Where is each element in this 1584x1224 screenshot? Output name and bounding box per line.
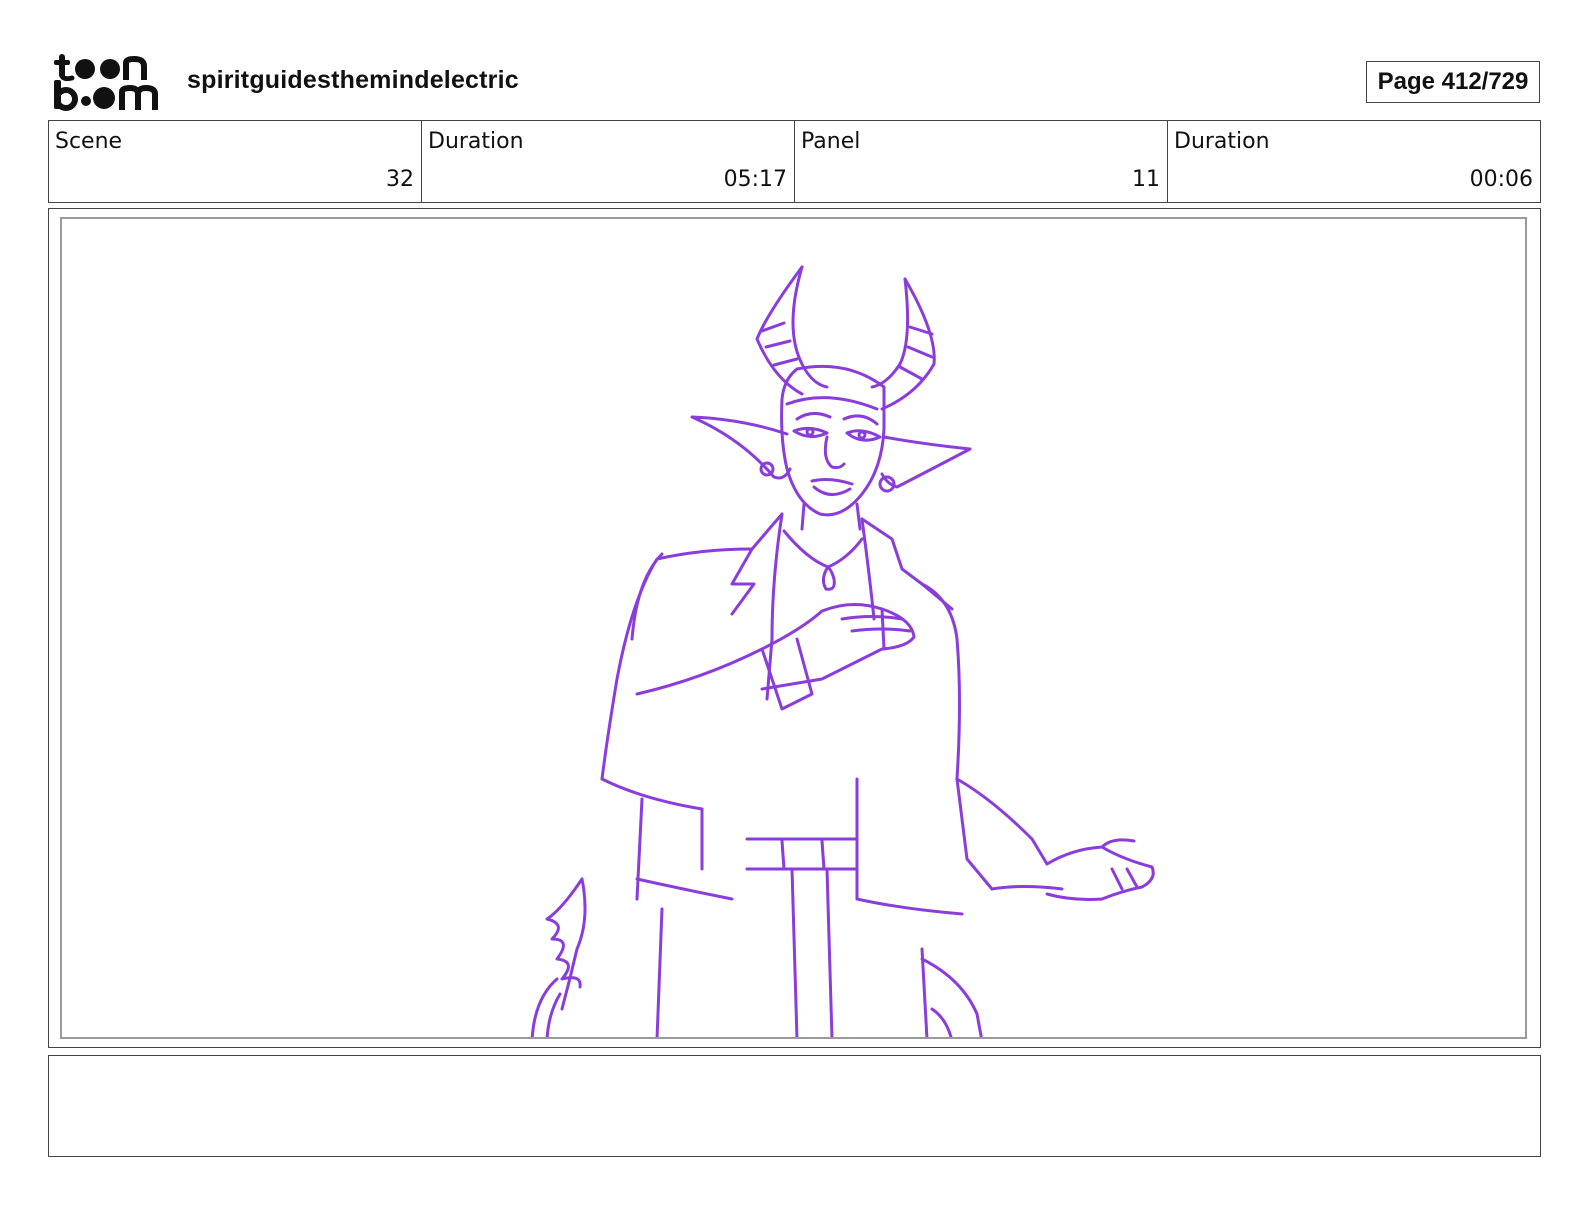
toon-boom-logo <box>54 54 158 111</box>
page-number: Page 412/729 <box>1366 61 1540 103</box>
scene-info-table: Scene 32 Duration 05:17 Panel 11 Duratio… <box>48 120 1541 203</box>
character-sketch <box>530 265 1155 1037</box>
panel-duration-value: 00:06 <box>1469 167 1533 192</box>
scene-value: 32 <box>386 167 414 192</box>
panel-notes-box <box>48 1055 1541 1157</box>
panel-duration-label: Duration <box>1174 129 1270 154</box>
storyboard-panel-image <box>60 217 1527 1039</box>
scene-duration-cell: Duration 05:17 <box>422 121 795 202</box>
scene-duration-value: 05:17 <box>723 167 787 192</box>
scene-label: Scene <box>55 129 123 154</box>
panel-label: Panel <box>801 129 861 154</box>
panel-duration-cell: Duration 00:06 <box>1168 121 1540 202</box>
project-title: spiritguidesthemindelectric <box>187 66 519 94</box>
panel-value: 11 <box>1132 167 1160 192</box>
scene-cell: Scene 32 <box>49 121 422 202</box>
panel-cell: Panel 11 <box>795 121 1168 202</box>
scene-duration-label: Duration <box>428 129 524 154</box>
storyboard-panel-frame <box>48 208 1541 1048</box>
